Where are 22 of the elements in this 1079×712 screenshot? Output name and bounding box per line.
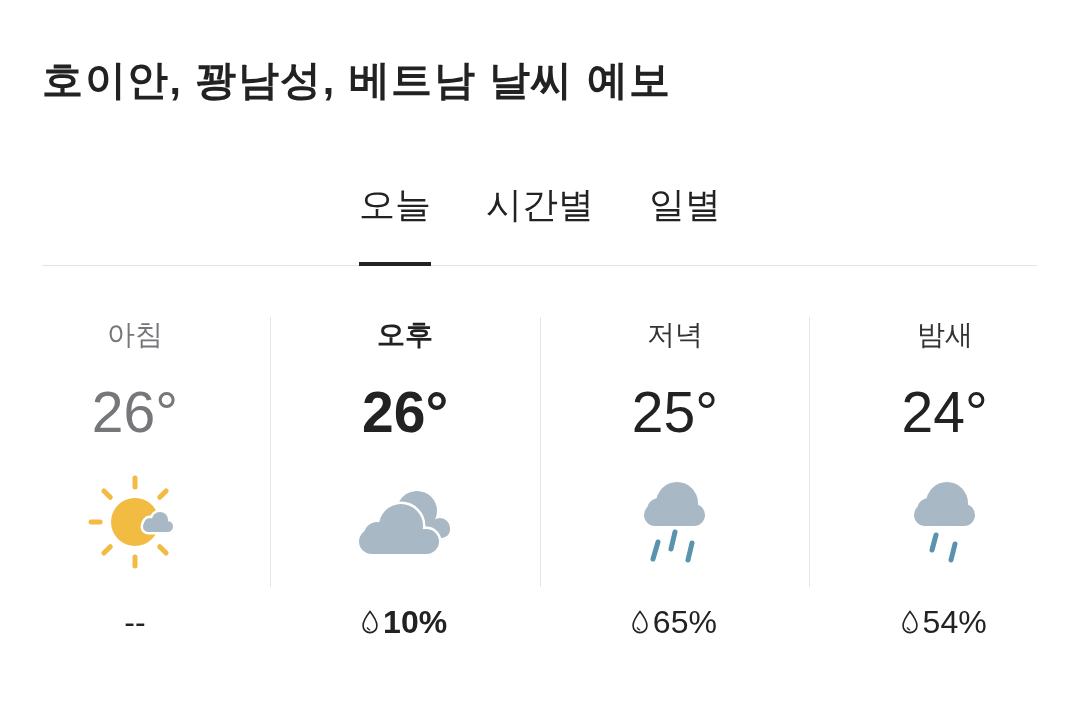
- raindrop-icon: [631, 610, 648, 634]
- page-title: 호이안, 꽝남성, 베트남 날씨 예보: [42, 56, 673, 104]
- period-label: 밤새: [916, 318, 973, 352]
- tab[interactable]: 시간별: [485, 183, 594, 266]
- clouds-icon: [359, 490, 452, 554]
- rain-cloud-icon: [913, 481, 976, 563]
- precipitation-chance: 65%: [652, 603, 717, 642]
- temperature: 26°: [362, 380, 449, 444]
- precipitation-chance: --: [124, 603, 146, 642]
- raindrop-icon: [901, 610, 918, 634]
- period-label: 저녁: [646, 318, 703, 352]
- temperature: 26°: [91, 380, 178, 444]
- temperature: 25°: [631, 380, 718, 444]
- precipitation-chance: 54%: [922, 603, 987, 642]
- period-label: 오후: [377, 318, 434, 352]
- period-label: 아침: [106, 318, 163, 352]
- temperature: 24°: [901, 380, 988, 444]
- raindrop-icon: [362, 610, 379, 634]
- tab[interactable]: 오늘: [358, 183, 431, 266]
- rain-cloud-icon: [643, 481, 706, 563]
- tab[interactable]: 일별: [648, 183, 721, 266]
- precipitation-chance: 10%: [383, 603, 448, 642]
